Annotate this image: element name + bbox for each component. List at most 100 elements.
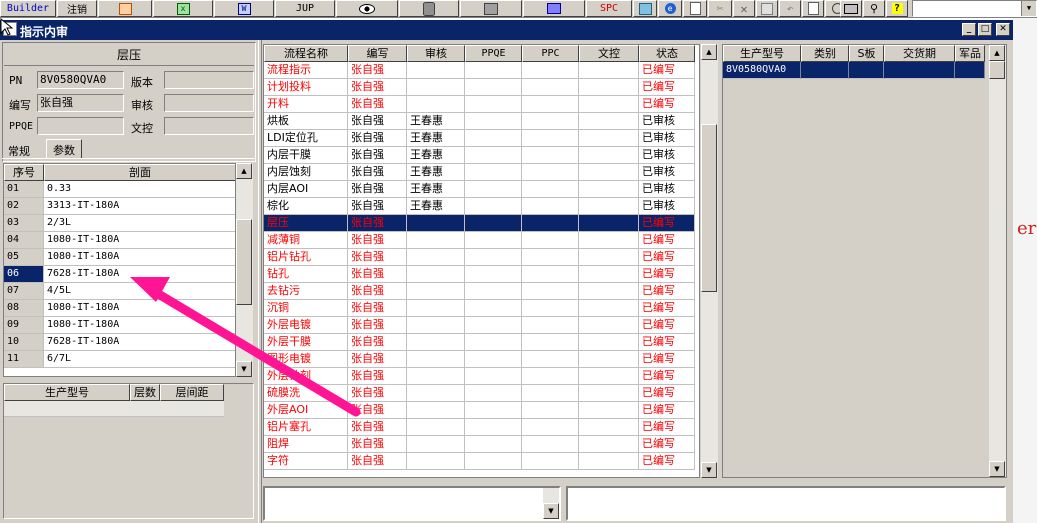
view-button[interactable]: [336, 0, 398, 17]
network-icon: [484, 2, 498, 15]
cut-button[interactable]: ✂: [708, 0, 732, 17]
product-scrollbar[interactable]: ▲ ▼: [989, 45, 1006, 477]
scroll-up-icon[interactable]: ▲: [236, 163, 252, 179]
process-status: 已编写: [639, 453, 695, 470]
col-header-no[interactable]: 序号: [4, 164, 44, 181]
col-header-status[interactable]: 状态: [639, 45, 695, 62]
comment-box-left[interactable]: ▼: [263, 486, 561, 521]
process-reviewer: [407, 300, 465, 317]
scroll-up-icon[interactable]: ▲: [701, 44, 717, 60]
background-text: er: [1017, 218, 1037, 239]
find-button[interactable]: ⚲: [863, 0, 885, 17]
print-icon: [844, 3, 858, 14]
database-button[interactable]: [399, 0, 459, 17]
comment-scrollbar[interactable]: ▼: [543, 488, 559, 519]
col-header-delivery[interactable]: 交货期: [884, 45, 955, 62]
col-header-model[interactable]: 生产型号: [4, 384, 130, 401]
process-ppc: [522, 96, 579, 113]
param-profile: 1080-IT-180A: [44, 232, 235, 249]
col-header-profile[interactable]: 剖面: [44, 164, 235, 181]
process-name: 沉铜: [264, 300, 348, 317]
preview-button[interactable]: [802, 0, 824, 17]
ppt-button[interactable]: [98, 0, 152, 17]
version-field[interactable]: [164, 71, 254, 89]
computer-button[interactable]: [523, 0, 585, 17]
process-reviewer: [407, 79, 465, 96]
process-ppqe: [465, 164, 522, 181]
process-status: 已编写: [639, 368, 695, 385]
col-header-process-name[interactable]: 流程名称: [264, 45, 348, 62]
col-header-doc-control[interactable]: 文控: [579, 45, 639, 62]
toolbar-combo[interactable]: ▼: [912, 0, 1037, 17]
col-header-product-model[interactable]: 生产型号: [723, 45, 801, 62]
scroll-down-icon[interactable]: ▼: [989, 461, 1005, 477]
process-scrollbar[interactable]: ▲ ▼: [701, 44, 718, 478]
param-no: 01: [4, 181, 44, 198]
help-button[interactable]: ?: [886, 0, 908, 17]
scroll-down-icon[interactable]: ▼: [701, 462, 717, 478]
product-grid: 生产型号 类别 S板 交货期 军品 8V0580QVA0 ▲ ▼: [722, 44, 1007, 478]
process-ppqe: [465, 385, 522, 402]
col-header-s-board[interactable]: S板: [849, 45, 884, 62]
dialog-button[interactable]: [633, 0, 657, 17]
param-scrollbar[interactable]: ▲ ▼: [236, 163, 253, 377]
author-field[interactable]: 张自强: [37, 94, 124, 112]
new-doc-button[interactable]: [683, 0, 707, 17]
process-doc-control: [579, 283, 639, 300]
delete-button[interactable]: ✕: [733, 0, 755, 17]
col-header-ppc[interactable]: PPC: [522, 45, 579, 62]
chevron-down-icon[interactable]: ▼: [1021, 1, 1036, 16]
process-author: 张自强: [348, 96, 407, 113]
scroll-thumb[interactable]: [236, 219, 252, 305]
ppqe-field[interactable]: [37, 117, 124, 135]
delete-icon: ✕: [740, 1, 748, 16]
comment-box-right[interactable]: [566, 486, 1006, 521]
logout-button[interactable]: 注销: [57, 0, 97, 17]
tab-params[interactable]: 参数: [46, 139, 82, 159]
pn-field[interactable]: 8V0580QVA0: [37, 71, 124, 89]
maximize-button[interactable]: □: [978, 23, 992, 36]
process-reviewer: [407, 402, 465, 419]
process-status: 已审核: [639, 130, 695, 147]
save-button[interactable]: [756, 0, 778, 17]
process-author: 张自强: [348, 402, 407, 419]
review-field[interactable]: [164, 94, 254, 112]
process-doc-control: [579, 113, 639, 130]
process-ppqe: [465, 453, 522, 470]
col-header-reviewer[interactable]: 审核: [407, 45, 465, 62]
doc-control-field[interactable]: [164, 117, 254, 135]
word-button[interactable]: W: [214, 0, 274, 17]
scroll-down-icon[interactable]: ▼: [543, 503, 559, 519]
ie-button[interactable]: e: [658, 0, 682, 17]
process-status: 已编写: [639, 283, 695, 300]
spc-button[interactable]: SPC: [586, 0, 632, 17]
col-header-military[interactable]: 军品: [955, 45, 985, 62]
process-author: 张自强: [348, 147, 407, 164]
scroll-thumb[interactable]: [701, 124, 717, 292]
process-author: 张自强: [348, 419, 407, 436]
process-author: 张自强: [348, 164, 407, 181]
network-button[interactable]: [460, 0, 522, 17]
col-header-spacing[interactable]: 层间距: [160, 384, 224, 401]
splitter[interactable]: [258, 40, 262, 523]
eye-icon: [359, 3, 375, 14]
process-ppqe: [465, 215, 522, 232]
builder-button[interactable]: Builder: [0, 0, 56, 17]
close-button[interactable]: ✕: [996, 23, 1010, 36]
col-header-author[interactable]: 编写: [348, 45, 407, 62]
process-author: 张自强: [348, 181, 407, 198]
scroll-up-icon[interactable]: ▲: [989, 45, 1005, 61]
scroll-down-icon[interactable]: ▼: [236, 361, 252, 377]
tab-general[interactable]: 常规: [2, 141, 36, 159]
print-button[interactable]: [840, 0, 862, 17]
minimize-button[interactable]: _: [962, 23, 976, 36]
col-header-category[interactable]: 类别: [801, 45, 849, 62]
col-header-layers[interactable]: 层数: [130, 384, 160, 401]
col-header-ppqe[interactable]: PPQE: [465, 45, 522, 62]
undo-button[interactable]: ↶: [779, 0, 801, 17]
process-doc-control: [579, 232, 639, 249]
scroll-thumb[interactable]: [989, 61, 1005, 79]
jup-button[interactable]: JUP: [275, 0, 335, 17]
excel-button[interactable]: x: [153, 0, 213, 17]
process-ppc: [522, 283, 579, 300]
